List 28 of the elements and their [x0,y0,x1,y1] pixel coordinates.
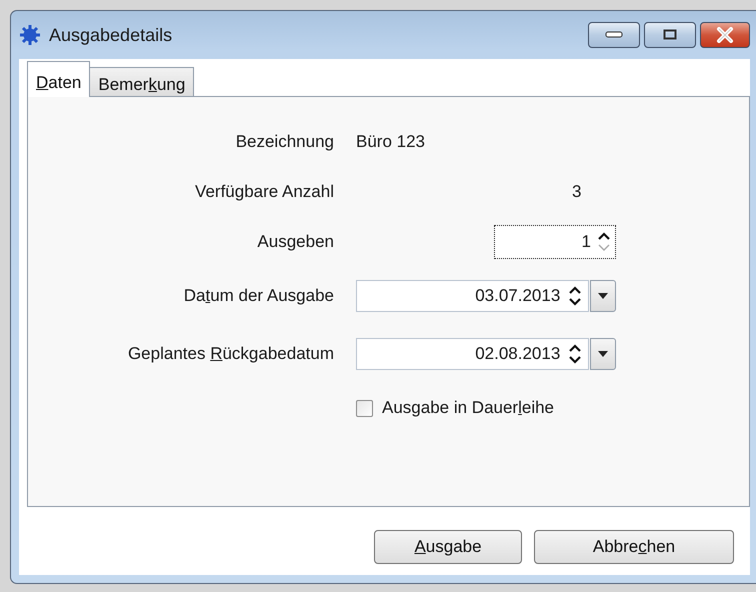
field-label: Geplantes Rückgabedatum [126,343,335,366]
caret-icon [597,350,610,358]
date-field[interactable]: 02.08.2013 [356,338,590,370]
maximize-button[interactable] [644,22,696,48]
dialog-button[interactable]: Abbrechen [534,530,734,564]
checkbox-label: Ausgabe in Dauerleihe [382,397,554,420]
field-label: Bezeichnung [234,131,335,154]
minimize-button[interactable] [588,22,640,48]
field-label: Verfügbare Anzahl [194,181,335,204]
maximize-icon [663,29,677,41]
field-label: Datum der Ausgabe [182,285,335,308]
field-value: Büro 123 [356,131,425,154]
close-icon [715,27,735,43]
dialog-button[interactable]: Ausgabe [374,530,522,564]
close-button[interactable] [700,22,750,48]
caret-icon [597,292,610,300]
window-title: Ausgabedetails [49,24,172,47]
gear-icon [19,24,41,46]
field-label: Ausgeben [256,231,335,254]
dropdown-button[interactable] [590,280,616,312]
minimize-icon [605,31,623,39]
dropdown-button[interactable] [590,338,616,370]
date-field[interactable]: 03.07.2013 [356,280,590,312]
tab[interactable]: Daten [27,61,90,97]
spin-field[interactable]: 1 [494,225,616,259]
tab[interactable]: Bemerkung [89,67,194,97]
count-value: 3 [572,181,582,204]
checkbox[interactable] [356,400,373,416]
